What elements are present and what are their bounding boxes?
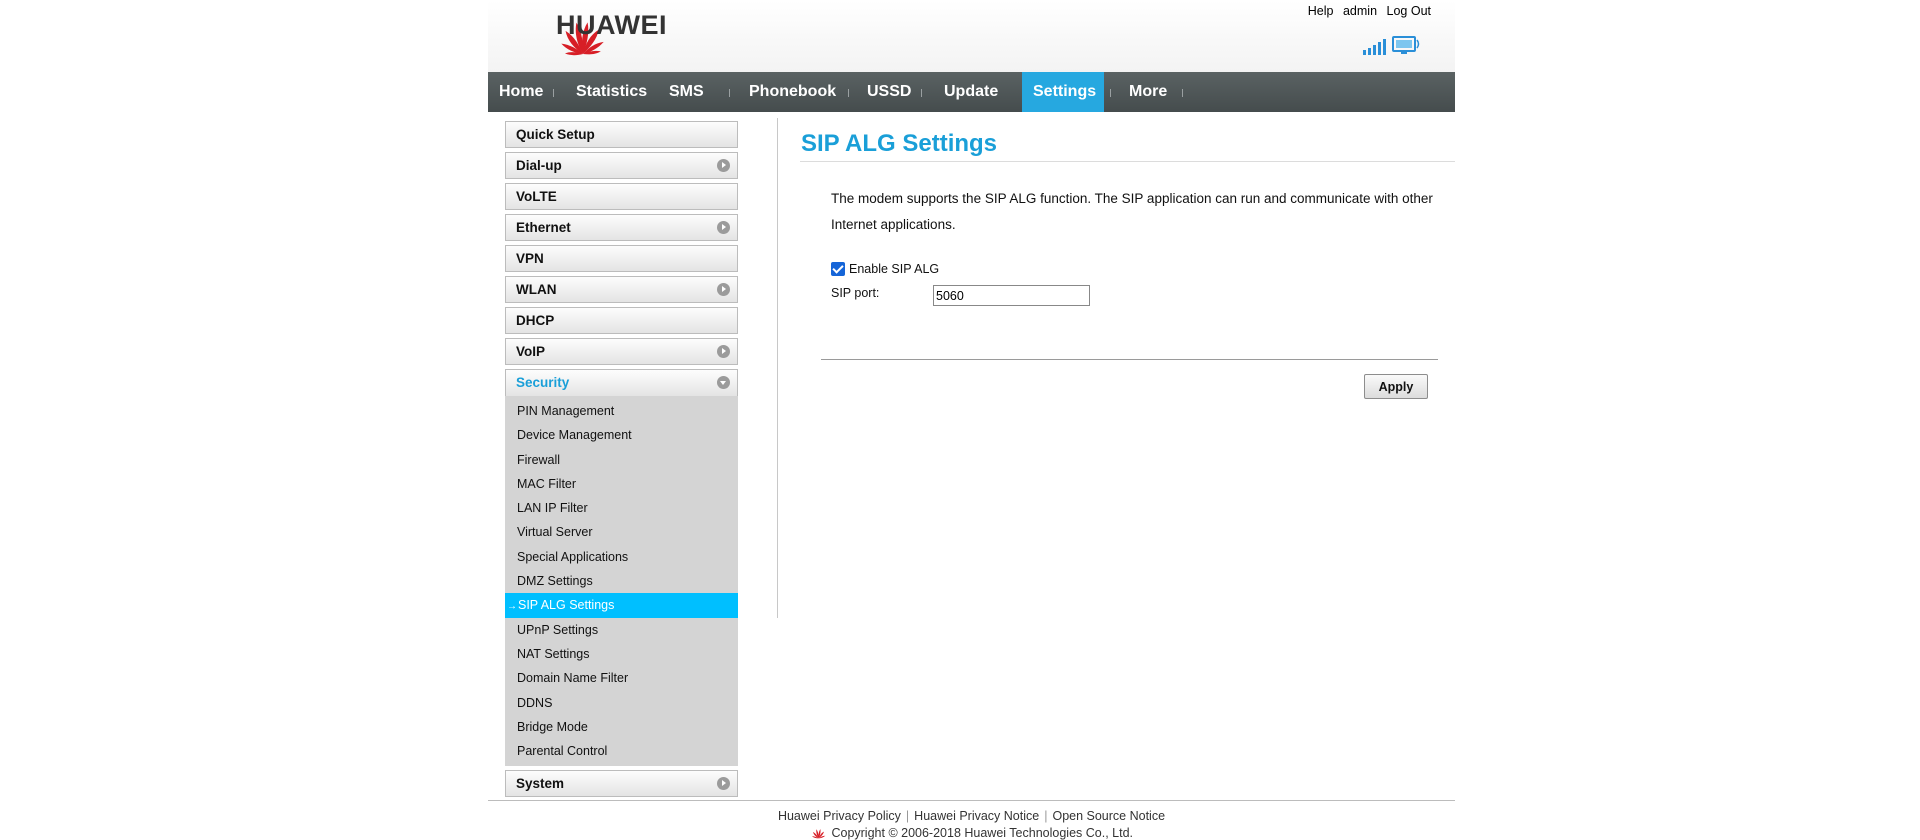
expand-arrow-icon [717, 221, 730, 234]
submenu-item[interactable]: Parental Control [505, 739, 738, 763]
monitor-icon [1392, 36, 1420, 54]
nav-sms[interactable]: SMS [658, 72, 715, 112]
description-text: The modem supports the SIP ALG function.… [831, 191, 1433, 232]
logout-link[interactable]: Log Out [1387, 4, 1431, 18]
submenu-item[interactable]: LAN IP Filter [505, 496, 738, 520]
sidebar-item-ethernet[interactable]: Ethernet [505, 214, 738, 241]
expand-arrow-icon [717, 283, 730, 296]
brand-name: HUAWEI [556, 10, 667, 40]
nav-update[interactable]: Update [933, 72, 1009, 112]
nav-separator [1110, 89, 1111, 97]
submenu-item-active[interactable]: SIP ALG Settings [505, 593, 738, 618]
submenu-item[interactable]: UPnP Settings [505, 618, 738, 642]
apply-button[interactable]: Apply [1364, 374, 1428, 399]
nav-statistics[interactable]: Statistics [565, 72, 658, 112]
submenu-item[interactable]: NAT Settings [505, 642, 738, 666]
main-nav: Home Statistics SMS Phonebook USSD Updat… [488, 72, 1455, 112]
sidebar-item-dhcp[interactable]: DHCP [505, 307, 738, 334]
sidebar-item-volte[interactable]: VoLTE [505, 183, 738, 210]
divider [488, 800, 1455, 801]
expand-arrow-icon [717, 777, 730, 791]
submenu-item[interactable]: PIN Management [505, 399, 738, 423]
sidebar-item-label: DHCP [516, 313, 555, 328]
submenu-item[interactable]: DMZ Settings [505, 569, 738, 593]
submenu-item[interactable]: Special Applications [505, 545, 738, 569]
sidebar-item-label: Quick Setup [516, 127, 595, 142]
signal-strength-icon [1363, 39, 1386, 55]
privacy-notice-link[interactable]: Huawei Privacy Notice [914, 809, 1039, 823]
sidebar-item-label: System [516, 776, 565, 792]
username: admin [1342, 4, 1378, 18]
submenu-item[interactable]: Virtual Server [505, 520, 738, 544]
sidebar-item-label: Security [516, 375, 570, 390]
sidebar-item-quick-setup[interactable]: Quick Setup [505, 121, 738, 148]
collapse-arrow-icon [717, 376, 730, 389]
divider [777, 118, 778, 618]
sidebar-item-label: VPN [516, 251, 544, 266]
nav-separator [921, 89, 922, 97]
sidebar-item-label: VoIP [516, 344, 546, 359]
sidebar-item-wlan[interactable]: WLAN [505, 276, 738, 303]
security-submenu: PIN Management Device Management Firewal… [505, 396, 738, 767]
sidebar-item-vpn[interactable]: VPN [505, 245, 738, 272]
expand-arrow-icon [717, 345, 730, 358]
sidebar-item-label: VoLTE [516, 189, 557, 204]
sip-port-label: SIP port: [831, 286, 880, 300]
header: HUAWEI Help admin Log Out [488, 0, 1455, 72]
nav-more[interactable]: More [1118, 72, 1178, 112]
nav-separator [1182, 89, 1183, 97]
copyright: Copyright © 2006-2018 Huawei Technologie… [488, 826, 1455, 840]
copyright-text: Copyright © 2006-2018 Huawei Technologie… [831, 826, 1133, 840]
enable-sip-alg-checkbox[interactable] [831, 262, 845, 276]
sidebar-item-label: Dial-up [516, 158, 562, 173]
link-separator: | [905, 809, 910, 823]
link-separator: | [1044, 809, 1048, 823]
nav-phonebook[interactable]: Phonebook [738, 72, 847, 112]
submenu-item[interactable]: Bridge Mode [505, 715, 738, 739]
sip-port-input[interactable] [933, 285, 1090, 306]
submenu-item[interactable]: Firewall [505, 448, 738, 472]
enable-sip-alg-label: Enable SIP ALG [849, 262, 940, 276]
open-source-notice-link[interactable]: Open Source Notice [1052, 809, 1165, 823]
submenu-item[interactable]: MAC Filter [505, 472, 738, 496]
privacy-policy-link[interactable]: Huawei Privacy Policy [778, 809, 901, 823]
help-link[interactable]: Help [1308, 4, 1334, 18]
page-wrapper: HUAWEI Help admin Log Out Home Statistic… [488, 0, 1455, 840]
sidebar-item-dial-up[interactable]: Dial-up [505, 152, 738, 179]
sidebar-item-system[interactable]: System [505, 770, 738, 798]
huawei-small-logo [811, 829, 826, 839]
submenu-item[interactable]: DDNS [505, 691, 738, 715]
sidebar-item-security[interactable]: Security [505, 369, 738, 396]
submenu-item[interactable]: Device Management [505, 423, 738, 447]
nav-home[interactable]: Home [488, 72, 554, 112]
divider [800, 161, 1455, 162]
sidebar-item-label: Ethernet [516, 220, 571, 235]
sidebar-item-voip[interactable]: VoIP [505, 338, 738, 365]
top-links: Help admin Log Out [1302, 4, 1431, 18]
sidebar: Quick Setup Dial-up VoLTE Ethernet VPN W… [505, 121, 738, 801]
footer-links: Huawei Privacy Policy | Huawei Privacy Not… [488, 809, 1455, 823]
expand-arrow-icon [717, 159, 730, 172]
submenu-item[interactable]: Domain Name Filter [505, 666, 738, 690]
nav-settings[interactable]: Settings [1022, 72, 1104, 112]
nav-separator [729, 89, 730, 97]
divider [821, 359, 1438, 360]
nav-separator [553, 89, 554, 97]
sidebar-item-label: WLAN [516, 282, 557, 297]
nav-separator [848, 89, 849, 97]
page-title: SIP ALG Settings [801, 130, 998, 157]
nav-ussd[interactable]: USSD [856, 72, 922, 112]
